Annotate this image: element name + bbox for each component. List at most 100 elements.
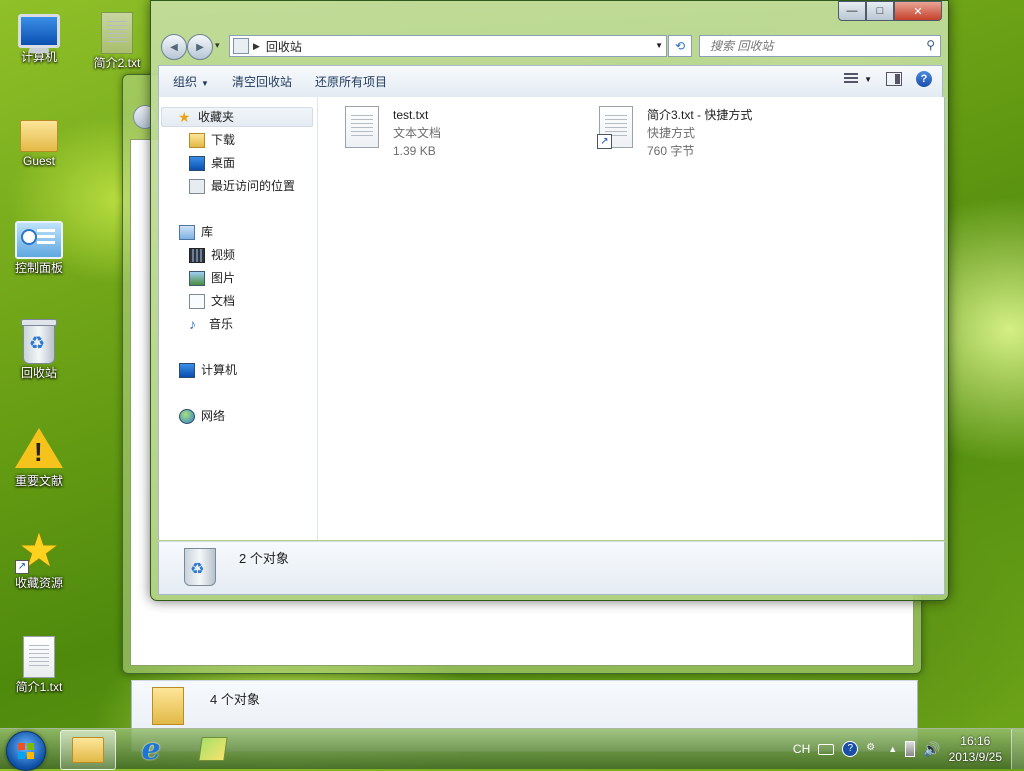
desktop-icon-label: 控制面板 (14, 261, 63, 275)
organize-label: 组织 (173, 74, 198, 89)
libraries-icon (179, 224, 195, 240)
forward-arrow-icon: ▶ (196, 41, 204, 53)
desktop-icon-guest[interactable]: Guest (1, 110, 77, 168)
back-arrow-icon: ◀ (170, 41, 178, 53)
recycle-bin-small-icon (233, 38, 249, 54)
show-desktop-button[interactable] (1011, 729, 1024, 769)
documents-icon (189, 293, 205, 309)
nav-videos[interactable]: 视频 (189, 245, 235, 265)
recent-places-icon (189, 178, 205, 194)
nav-libraries[interactable]: 库 (179, 222, 213, 242)
recycle-bin-icon (21, 319, 57, 364)
file-item-test-txt[interactable]: test.txt 文本文档 1.39 KB (345, 106, 441, 160)
file-name: 简介3.txt - 快捷方式 (647, 108, 753, 122)
desktop-icon-jianjie1[interactable]: 简介1.txt (1, 632, 77, 694)
nav-label: 文档 (211, 294, 236, 308)
help-button[interactable]: ? (916, 71, 932, 87)
taskbar: e CH ? ⚙ ▲ 🔊 16:16 2013/9/25 (0, 728, 1024, 771)
file-name: test.txt (393, 108, 429, 122)
pictures-icon (189, 270, 205, 286)
taskbar-explorer[interactable] (60, 730, 116, 770)
desktop-icon-label: 重要文献 (14, 474, 63, 488)
nav-network[interactable]: 网络 (179, 406, 225, 426)
text-file-icon (345, 106, 379, 148)
nav-favorites[interactable]: ★ 收藏夹 (161, 107, 313, 127)
desktop-icon (189, 155, 205, 171)
volume-icon[interactable]: 🔊 (923, 741, 940, 758)
clock[interactable]: 16:16 2013/9/25 (949, 733, 1002, 765)
file-size: 1.39 KB (393, 144, 436, 158)
start-button[interactable] (6, 731, 46, 771)
nav-label: 下载 (211, 133, 236, 147)
desktop-icon-computer[interactable]: 计算机 (1, 8, 77, 64)
minimize-button[interactable]: — (838, 1, 866, 21)
desktop-icon-favorites-resource[interactable]: ★ ↗ 收藏资源 (1, 526, 77, 590)
navigation-pane: ★ 收藏夹 下载 桌面 最近访问的位置 库 视频 图片 文档 ♪ 音乐 计算机 … (159, 97, 318, 540)
user-folder-icon (20, 120, 58, 152)
preview-pane-button[interactable] (886, 72, 902, 86)
address-bar[interactable]: ▶ 回收站 ▼ (229, 35, 667, 57)
taskbar-internet-explorer[interactable]: e (124, 730, 178, 768)
nav-desktop[interactable]: 桌面 (189, 153, 235, 173)
nav-label: 图片 (211, 271, 236, 285)
music-note-icon: ♪ (189, 315, 196, 332)
nav-pictures[interactable]: 图片 (189, 268, 235, 288)
empty-recycle-bin-button[interactable]: 清空回收站 (223, 71, 301, 93)
warning-icon (15, 428, 63, 468)
video-icon (189, 247, 205, 263)
back-button[interactable]: ◀ (161, 34, 187, 60)
network-status-icon[interactable] (905, 741, 916, 757)
taskbar-library[interactable] (186, 730, 240, 768)
nav-recent-places[interactable]: 最近访问的位置 (189, 176, 295, 196)
file-item-jianjie3-shortcut[interactable]: ↗ 简介3.txt - 快捷方式 快捷方式 760 字节 (597, 106, 753, 160)
search-input[interactable] (708, 38, 922, 54)
command-toolbar: 组织 ▼ 清空回收站 还原所有项目 ▼ ? (158, 65, 943, 98)
maximize-button[interactable]: □ (866, 1, 894, 21)
language-indicator[interactable]: CH (793, 742, 810, 756)
refresh-button[interactable]: ⟲ (668, 35, 692, 57)
nav-downloads[interactable]: 下载 (189, 130, 235, 150)
star-shortcut-icon: ★ ↗ (15, 526, 63, 574)
computer-icon (179, 362, 195, 378)
nav-label: 库 (201, 225, 214, 239)
breadcrumb-separator-icon[interactable]: ▶ (253, 41, 260, 52)
computer-icon (18, 14, 60, 53)
search-icon[interactable]: ⚲ (926, 38, 935, 52)
restore-all-items-button[interactable]: 还原所有项目 (306, 71, 396, 93)
breadcrumb-recycle-bin[interactable]: 回收站 (266, 38, 302, 55)
downloads-folder-icon (189, 132, 205, 148)
control-panel-icon (15, 221, 63, 259)
recycle-bin-window[interactable]: — □ ✕ ◀ ▶ ▾ ▶ 回收站 ▼ ⟲ ⚲ 组织▼ 清空回收站 还原所有项目… (150, 0, 949, 601)
network-icon (179, 408, 195, 424)
address-dropdown-icon[interactable]: ▼ (655, 41, 663, 50)
search-box[interactable]: ⚲ (699, 35, 941, 57)
close-button[interactable]: ✕ (894, 1, 942, 21)
system-tray: CH ? ⚙ ▲ 🔊 16:16 2013/9/25 (793, 729, 1024, 769)
nav-label: 计算机 (201, 363, 238, 377)
nav-computer[interactable]: 计算机 (179, 360, 237, 380)
nav-documents[interactable]: 文档 (189, 291, 235, 311)
help-icon[interactable]: ? (842, 741, 859, 757)
keyboard-icon[interactable] (818, 743, 835, 755)
desktop-icon-label: 简介1.txt (15, 680, 63, 694)
change-view-button[interactable]: ▼ (844, 73, 872, 85)
nav-music[interactable]: ♪ 音乐 (189, 314, 233, 334)
show-hidden-icons-button[interactable]: ▲ (888, 744, 897, 754)
recent-pages-dropdown[interactable]: ▾ (215, 40, 220, 51)
shortcut-arrow-icon: ↗ (597, 134, 612, 149)
star-icon: ★ (178, 108, 191, 125)
folder-icon (152, 687, 184, 725)
desktop-icon-important-docs[interactable]: 重要文献 (1, 424, 77, 488)
organize-button[interactable]: 组织 ▼ (164, 71, 218, 93)
nav-label: 视频 (211, 248, 236, 262)
desktop-icon-recycle-bin[interactable]: 回收站 (1, 318, 77, 380)
desktop-icon-jianjie2[interactable]: 简介2.txt (79, 8, 155, 70)
file-type: 文本文档 (393, 126, 442, 140)
forward-button[interactable]: ▶ (187, 34, 213, 60)
desktop-icon-control-panel[interactable]: 控制面板 (1, 214, 77, 275)
input-settings-icon[interactable]: ⚙ (866, 742, 880, 756)
nav-label: 网络 (201, 409, 226, 423)
view-options-icon (844, 73, 859, 85)
clock-date: 2013/9/25 (948, 750, 1002, 764)
folder-icon (72, 737, 104, 763)
